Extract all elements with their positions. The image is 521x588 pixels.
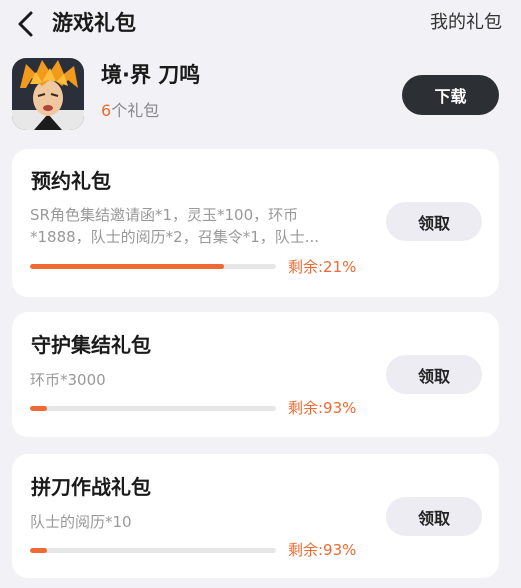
remaining-progress-bar: [30, 406, 276, 411]
remaining-progress-fill: [30, 264, 225, 269]
remaining-label: 剩余:21%: [288, 258, 357, 276]
gift-count: 6个礼包: [101, 100, 159, 122]
game-header: 境·界 刀鸣 6个礼包 下载: [0, 54, 521, 136]
gift-card: 预约礼包 SR角色集结邀请函*1，灵玉*100，环币*1888，队士的阅历*2，…: [12, 149, 499, 297]
remaining-progress-fill: [30, 406, 48, 411]
gift-count-suffix: 个礼包: [111, 101, 160, 120]
remaining-progress-bar: [30, 264, 276, 269]
remaining-progress-bar: [30, 548, 276, 553]
back-chevron-icon[interactable]: [14, 10, 38, 38]
download-button[interactable]: 下载: [402, 75, 499, 115]
top-bar: 游戏礼包 我的礼包: [0, 0, 521, 48]
gift-description: 队士的阅历*10: [30, 513, 132, 531]
gift-title: 预约礼包: [31, 169, 111, 193]
gift-description: 环币*3000: [30, 371, 106, 389]
gift-title: 守护集结礼包: [31, 333, 151, 357]
my-gifts-link[interactable]: 我的礼包: [430, 9, 502, 37]
remaining-label: 剩余:93%: [288, 399, 357, 417]
gift-card: 守护集结礼包 环币*3000 剩余:93% 领取: [12, 312, 499, 437]
claim-button[interactable]: 领取: [386, 497, 482, 536]
gift-count-number: 6: [101, 101, 112, 120]
game-avatar-icon: [12, 58, 84, 130]
remaining-label: 剩余:93%: [288, 541, 357, 559]
gift-title: 拼刀作战礼包: [31, 475, 151, 499]
claim-button[interactable]: 领取: [386, 355, 482, 394]
gift-card: 拼刀作战礼包 队士的阅历*10 剩余:93% 领取: [12, 454, 499, 578]
gift-description: SR角色集结邀请函*1，灵玉*100，环币*1888，队士的阅历*2，召集令*1…: [30, 206, 320, 246]
page-title: 游戏礼包: [52, 11, 136, 35]
claim-button[interactable]: 领取: [386, 202, 482, 241]
game-name: 境·界 刀鸣: [101, 63, 201, 87]
remaining-progress-fill: [30, 548, 48, 553]
